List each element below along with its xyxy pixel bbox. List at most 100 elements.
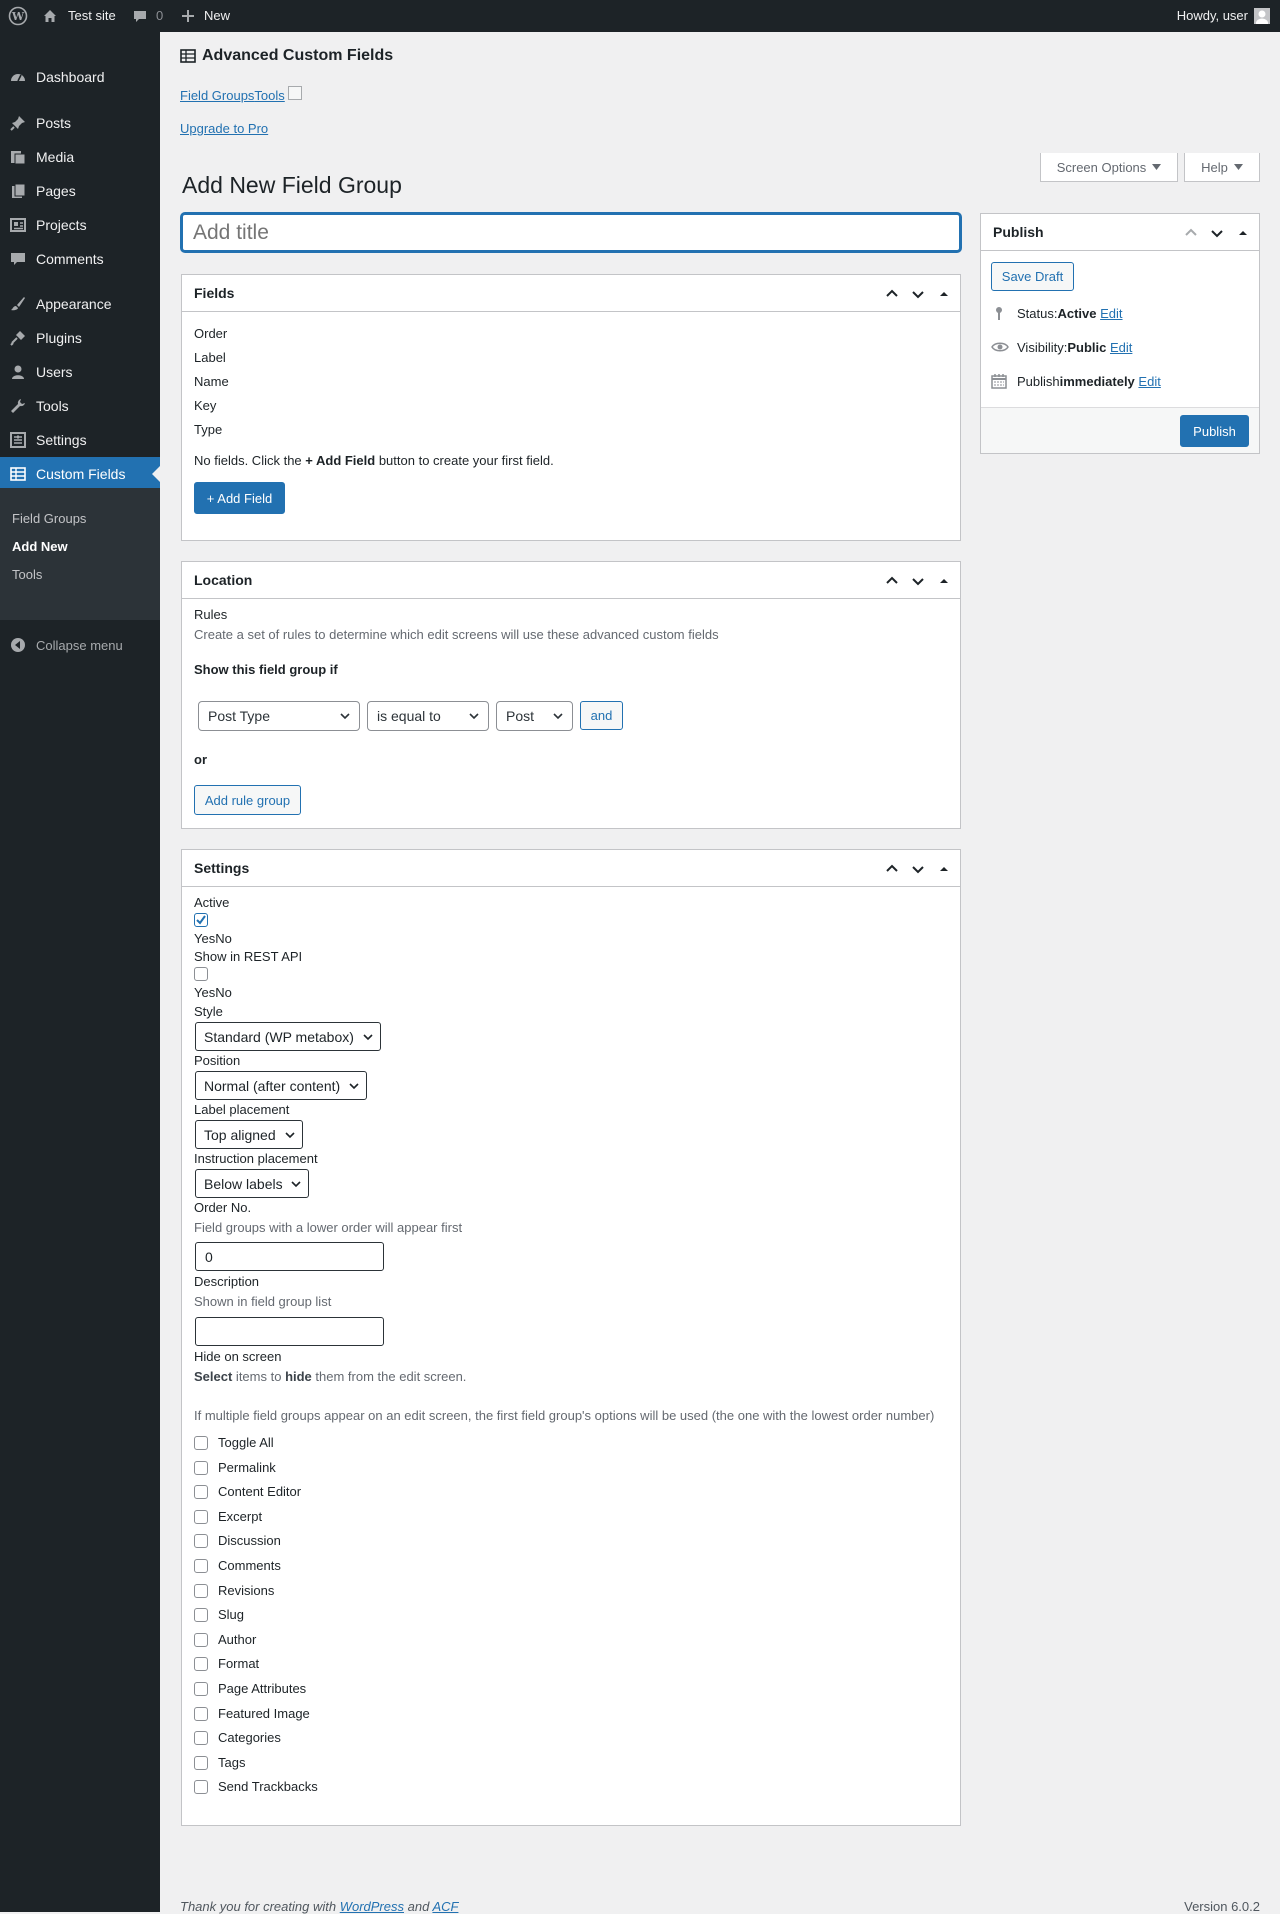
sidebar-item-users[interactable]: Users	[0, 355, 160, 389]
hide-item-checkbox[interactable]	[194, 1707, 208, 1721]
add-field-button[interactable]: + Add Field	[194, 482, 285, 514]
description-label: Description	[194, 1274, 260, 1289]
hide-item-checkbox[interactable]	[194, 1559, 208, 1573]
move-up-icon[interactable]	[884, 286, 900, 302]
rule-param-select[interactable]: Post Type	[198, 701, 360, 731]
instruction-placement-select[interactable]: Below labels	[195, 1169, 309, 1198]
hide-item-label: Discussion	[218, 1533, 281, 1548]
site-name-link[interactable]: Test site	[42, 0, 116, 32]
media-icon	[0, 148, 36, 166]
sidebar-item-dashboard[interactable]: Dashboard	[0, 60, 160, 94]
move-down-icon[interactable]	[910, 861, 926, 877]
wordpress-logo-icon[interactable]: W	[8, 0, 28, 32]
screen-options-button[interactable]: Screen Options	[1040, 153, 1178, 182]
upgrade-to-pro-link[interactable]: Upgrade to Pro	[180, 121, 268, 136]
hide-item-checkbox[interactable]	[194, 1534, 208, 1548]
publish-button[interactable]: Publish	[1180, 415, 1249, 447]
help-label: Help	[1201, 159, 1228, 175]
hide-desc-select: Select	[194, 1369, 233, 1384]
rule-operator-select[interactable]: is equal to	[367, 701, 489, 731]
title-input[interactable]	[181, 213, 961, 252]
toggle-panel-icon[interactable]	[936, 286, 952, 302]
or-label: or	[194, 752, 207, 767]
order-input[interactable]: 0	[195, 1242, 384, 1271]
hide-item-checkbox[interactable]	[194, 1436, 208, 1450]
rule-value-select[interactable]: Post	[496, 701, 573, 731]
collapse-menu-button[interactable]: Collapse menu	[0, 628, 160, 662]
sidebar-item-label: Media	[36, 149, 75, 165]
upgrade-row: Upgrade to Pro	[180, 121, 268, 136]
rest-yesno: YesNo	[194, 985, 232, 1000]
sidebar-item-settings[interactable]: Settings	[0, 423, 160, 457]
sidebar-item-pages[interactable]: Pages	[0, 174, 160, 208]
hide-item-checkbox[interactable]	[194, 1461, 208, 1475]
no-fields-message: No fields. Click the + Add Field button …	[194, 453, 554, 468]
edit-visibility-link[interactable]: Edit	[1110, 340, 1132, 355]
status-value: Active	[1057, 305, 1097, 321]
new-content-link[interactable]: New	[182, 0, 230, 32]
hide-item-label: Format	[218, 1656, 260, 1671]
column-header-order: Order	[194, 326, 228, 341]
publish-date-label: Publish	[1017, 373, 1060, 389]
rest-checkbox[interactable]	[194, 967, 208, 981]
sidebar-item-projects[interactable]: Projects	[0, 208, 160, 242]
description-input[interactable]	[195, 1317, 384, 1346]
sidebar-item-tools[interactable]: Tools	[0, 389, 160, 423]
rule-param-value: Post Type	[208, 708, 271, 724]
description-help: Shown in field group list	[194, 1294, 332, 1309]
move-up-icon[interactable]	[884, 861, 900, 877]
hide-item-checkbox[interactable]	[194, 1682, 208, 1696]
brush-icon	[0, 295, 36, 313]
comment-icon	[0, 250, 36, 268]
hide-item-checkbox[interactable]	[194, 1584, 208, 1598]
sidebar-item-media[interactable]: Media	[0, 140, 160, 174]
and-rule-button[interactable]: and	[580, 701, 623, 730]
submenu-add-new[interactable]: Add New	[12, 539, 68, 554]
nav-field-groups-link[interactable]: Field Groups	[180, 88, 254, 103]
move-up-icon[interactable]	[884, 573, 900, 589]
hide-item-checkbox[interactable]	[194, 1780, 208, 1794]
publish-actions: Publish	[981, 407, 1259, 453]
toggle-panel-icon[interactable]	[936, 573, 952, 589]
svg-text:W: W	[11, 10, 25, 23]
sidebar-item-plugins[interactable]: Plugins	[0, 321, 160, 355]
nav-tools-link[interactable]: Tools	[254, 88, 284, 103]
my-account-link[interactable]: Howdy, user	[1177, 0, 1270, 32]
hide-desc-text-1: items to	[232, 1369, 286, 1384]
submenu-tools[interactable]: Tools	[12, 567, 42, 582]
location-header: Location	[182, 562, 960, 599]
move-down-icon[interactable]	[1209, 225, 1225, 241]
label-placement-select[interactable]: Top aligned	[195, 1120, 303, 1149]
toggle-panel-icon[interactable]	[936, 861, 952, 877]
pin-icon	[0, 114, 36, 132]
hide-item-checkbox[interactable]	[194, 1608, 208, 1622]
hide-item-checkbox[interactable]	[194, 1731, 208, 1745]
sidebar-item-appearance[interactable]: Appearance	[0, 287, 160, 321]
move-down-icon[interactable]	[910, 286, 926, 302]
help-button[interactable]: Help	[1184, 153, 1260, 182]
save-draft-button[interactable]: Save Draft	[991, 262, 1074, 291]
position-select[interactable]: Normal (after content)	[195, 1071, 367, 1100]
edit-publish-date-link[interactable]: Edit	[1138, 374, 1160, 389]
sidebar-item-posts[interactable]: Posts	[0, 106, 160, 140]
move-down-icon[interactable]	[910, 573, 926, 589]
hide-item-checkbox[interactable]	[194, 1657, 208, 1671]
sidebar-item-custom-fields[interactable]: Custom Fields	[0, 457, 160, 491]
hide-item-checkbox[interactable]	[194, 1485, 208, 1499]
column-header-type: Type	[194, 422, 223, 437]
sidebar-item-comments[interactable]: Comments	[0, 242, 160, 276]
hide-item-checkbox[interactable]	[194, 1756, 208, 1770]
settings-postbox: Settings Active YesNo Show in REST API Y…	[181, 849, 961, 1826]
submenu-field-groups[interactable]: Field Groups	[12, 511, 86, 526]
hide-item-checkbox[interactable]	[194, 1510, 208, 1524]
toggle-panel-icon[interactable]	[1235, 225, 1251, 241]
hide-item-checkbox[interactable]	[194, 1633, 208, 1647]
style-select[interactable]: Standard (WP metabox)	[195, 1022, 381, 1051]
collapse-icon	[0, 637, 36, 653]
comments-link[interactable]: 0	[132, 0, 163, 32]
move-up-icon[interactable]	[1183, 225, 1199, 241]
edit-status-link[interactable]: Edit	[1100, 306, 1122, 321]
column-header-key: Key	[194, 398, 217, 413]
add-rule-group-button[interactable]: Add rule group	[194, 785, 301, 815]
active-checkbox[interactable]	[194, 913, 208, 927]
